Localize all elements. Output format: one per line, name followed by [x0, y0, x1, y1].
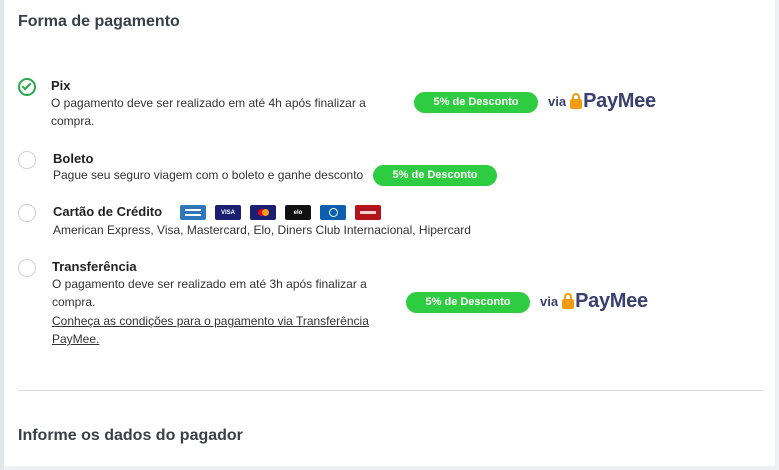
boleto-label: Boleto [53, 151, 94, 166]
hipercard-icon [355, 205, 381, 220]
amex-icon [180, 205, 206, 220]
boleto-description: Pague seu seguro viagem com o boleto e g… [53, 168, 364, 182]
transfer-via-text: via [540, 293, 559, 309]
mastercard-icon [250, 205, 276, 220]
boleto-radio[interactable] [18, 151, 36, 169]
pix-description: O pagamento deve ser realizado em até 4h… [51, 96, 366, 128]
section-divider [18, 390, 764, 391]
pix-discount-badge: 5% de Desconto [414, 92, 538, 113]
transfer-description: O pagamento deve ser realizado em até 3h… [52, 277, 367, 309]
pix-via-text: via [548, 93, 567, 109]
pix-radio[interactable] [18, 78, 36, 96]
payment-card: Forma de pagamento Pix O pagamento deve … [4, 0, 775, 466]
paymee-brand: PayMee [583, 89, 656, 112]
visa-icon: VISA [215, 205, 241, 220]
payment-section-title: Forma de pagamento [18, 13, 180, 30]
pix-label: Pix [51, 78, 71, 93]
payer-section-title: Informe os dados do pagador [18, 427, 243, 444]
credit-card-description: American Express, Visa, Mastercard, Elo,… [53, 223, 471, 237]
credit-card-label: Cartão de Crédito [53, 204, 163, 219]
transfer-paymee-logo: via PayMee [540, 289, 648, 313]
transfer-conditions-link[interactable]: Conheça as condições para o pagamento vi… [52, 312, 382, 348]
paymee-brand: PayMee [575, 289, 648, 312]
transfer-radio[interactable] [18, 259, 36, 277]
boleto-discount-badge: 5% de Desconto [373, 165, 497, 186]
check-icon [21, 80, 32, 91]
card-brand-icons: VISA elo [180, 205, 381, 220]
transfer-discount-badge: 5% de Desconto [406, 292, 530, 313]
credit-card-radio[interactable] [18, 204, 36, 222]
elo-icon: elo [285, 205, 311, 220]
pix-paymee-logo: via PayMee [548, 89, 656, 113]
lock-icon [570, 93, 583, 109]
diners-icon [320, 205, 346, 220]
transfer-label: Transferência [52, 259, 137, 274]
lock-icon [562, 293, 575, 309]
